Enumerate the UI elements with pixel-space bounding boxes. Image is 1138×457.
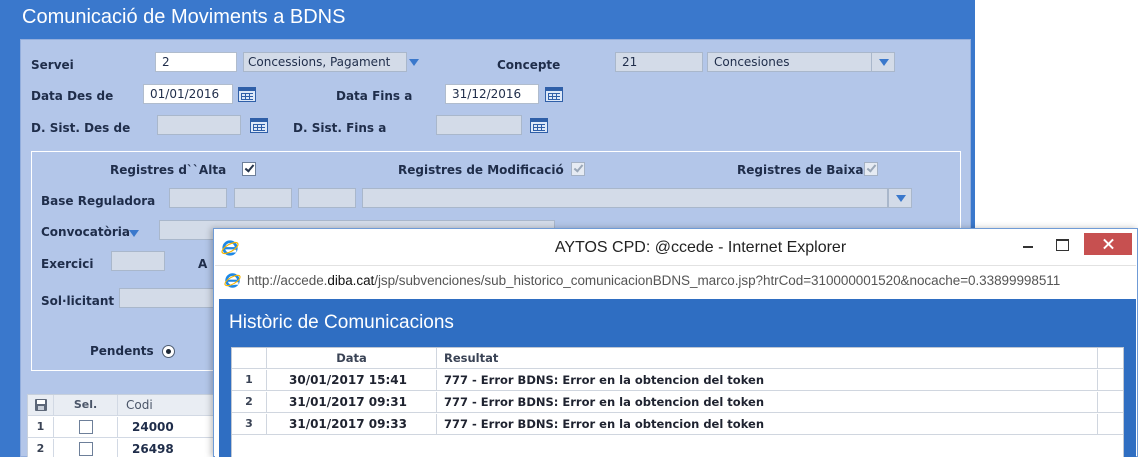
exercici-input[interactable]	[111, 251, 165, 271]
date-cell: 30/01/2017 15:41	[267, 370, 437, 390]
convocatoria-dropdown-icon[interactable]	[128, 227, 140, 239]
table-row[interactable]: 1 30/01/2017 15:41 777 - Error BDNS: Err…	[232, 370, 1123, 391]
result-cell: 777 - Error BDNS: Error en la obtencion …	[437, 370, 1098, 390]
concepte-name-select[interactable]: Concesiones	[707, 52, 873, 72]
grid-header-codi: Codi	[126, 398, 153, 412]
checkmark-icon	[866, 162, 877, 173]
grid-header-sel: Sel.	[54, 395, 118, 415]
address-bar[interactable]: http://accede.diba.cat/jsp/subvenciones/…	[215, 265, 1136, 295]
checkmark-icon	[573, 162, 584, 173]
sollicitant-label: Sol·licitant	[41, 294, 115, 308]
concepte-label: Concepte	[497, 58, 561, 72]
servei-name-select[interactable]: Concessions, Pagament	[243, 52, 407, 72]
maximize-icon[interactable]	[1048, 233, 1076, 255]
base-reguladora-input-3[interactable]	[298, 188, 356, 208]
modificacio-label: Registres de Modificació	[398, 163, 564, 177]
data-fins-calendar-icon[interactable]	[545, 87, 563, 102]
select-cell	[54, 439, 118, 457]
minimize-icon[interactable]	[1014, 233, 1042, 255]
row-number: 1	[28, 417, 54, 437]
data-fins-label: Data Fins a	[336, 89, 413, 103]
date-cell: 31/01/2017 09:33	[267, 414, 437, 434]
dsist-des-label: D. Sist. Des de	[31, 121, 131, 135]
date-cell: 31/01/2017 09:31	[267, 392, 437, 412]
dsist-fins-label: D. Sist. Fins a	[293, 121, 387, 135]
history-title: Històric de Comunicacions	[229, 312, 454, 333]
data-des-label: Data Des de	[31, 89, 114, 103]
result-cell: 777 - Error BDNS: Error en la obtencion …	[437, 392, 1098, 412]
exercici-label: Exercici	[41, 257, 94, 271]
select-cell	[54, 417, 118, 437]
history-header-data: Data	[267, 348, 437, 368]
row-select-checkbox[interactable]	[79, 442, 93, 456]
base-reguladora-label: Base Reguladora	[41, 194, 156, 208]
history-header-resultat: Resultat	[437, 348, 1098, 368]
history-header-row: Data Resultat	[232, 348, 1123, 369]
dsist-fins-input[interactable]	[436, 115, 522, 135]
history-table: Data Resultat 1 30/01/2017 15:41 777 - E…	[231, 347, 1124, 457]
results-grid: Sel. Codi 1 24000 2 26498	[27, 394, 228, 457]
dsist-des-input[interactable]	[157, 115, 241, 135]
codi-cell: 26498	[132, 442, 174, 456]
base-reguladora-input-1[interactable]	[169, 188, 227, 208]
table-row[interactable]: 2 26498	[28, 439, 228, 457]
close-icon[interactable]	[1084, 233, 1132, 255]
window-titlebar: AYTOS CPD: @ccede - Internet Explorer	[214, 229, 1137, 265]
url-suffix: /jsp/subvenciones/sub_historico_comunica…	[374, 273, 1061, 288]
codi-cell: 24000	[132, 420, 174, 434]
page-title: Comunicació de Moviments a BDNS	[22, 6, 346, 28]
pendents-label: Pendents	[90, 344, 154, 358]
data-des-calendar-icon[interactable]	[238, 87, 256, 102]
concepte-code-input[interactable]: 21	[615, 52, 703, 72]
alta-label: Registres d``Alta	[110, 163, 227, 177]
pendents-radio[interactable]	[162, 345, 175, 358]
baixa-label: Registres de Baixa	[737, 163, 864, 177]
table-row[interactable]: 2 31/01/2017 09:31 777 - Error BDNS: Err…	[232, 392, 1123, 413]
data-fins-input[interactable]: 31/12/2016	[445, 84, 539, 104]
history-header-num	[232, 348, 267, 368]
result-cell: 777 - Error BDNS: Error en la obtencion …	[437, 414, 1098, 434]
history-popup-window: AYTOS CPD: @ccede - Internet Explorer ht…	[213, 228, 1138, 457]
modificacio-checkbox[interactable]	[571, 162, 585, 176]
concepte-dropdown-icon[interactable]	[871, 52, 895, 72]
row-select-checkbox[interactable]	[79, 420, 93, 434]
checkmark-icon	[244, 162, 255, 173]
base-reguladora-dropdown-icon[interactable]	[888, 188, 912, 208]
base-reguladora-input-2[interactable]	[234, 188, 292, 208]
grid-header-row: Sel. Codi	[28, 395, 228, 416]
servei-code-input[interactable]: 2	[155, 52, 237, 72]
baixa-checkbox[interactable]	[864, 162, 878, 176]
ie-page-icon	[224, 273, 241, 288]
row-number: 1	[232, 370, 267, 390]
sollicitant-input[interactable]	[119, 288, 219, 308]
table-row[interactable]: 1 24000	[28, 417, 228, 438]
row-number: 2	[232, 392, 267, 412]
base-reguladora-select[interactable]	[362, 188, 888, 208]
table-row[interactable]: 3 31/01/2017 09:33 777 - Error BDNS: Err…	[232, 414, 1123, 435]
row-number: 3	[232, 414, 267, 434]
dsist-fins-calendar-icon[interactable]	[530, 118, 548, 133]
grid-header-num	[28, 395, 54, 415]
history-content: Històric de Comunicacions Data Resultat …	[215, 299, 1136, 457]
save-icon[interactable]	[35, 399, 47, 411]
window-title: AYTOS CPD: @ccede - Internet Explorer	[554, 239, 847, 256]
servei-dropdown-icon[interactable]	[408, 56, 420, 68]
convocatoria-label: Convocatòria	[41, 225, 130, 239]
servei-label: Servei	[31, 58, 74, 72]
url-text[interactable]: http://accede.diba.cat/jsp/subvenciones/…	[247, 273, 1060, 288]
dsist-des-calendar-icon[interactable]	[250, 118, 268, 133]
alta-checkbox[interactable]	[242, 162, 256, 176]
url-domain: diba.cat	[327, 273, 375, 288]
row-number: 2	[28, 439, 54, 457]
url-prefix: http://accede.	[247, 273, 328, 288]
exercici-extra-label: A	[198, 257, 208, 271]
data-des-input[interactable]: 01/01/2016	[143, 84, 233, 104]
